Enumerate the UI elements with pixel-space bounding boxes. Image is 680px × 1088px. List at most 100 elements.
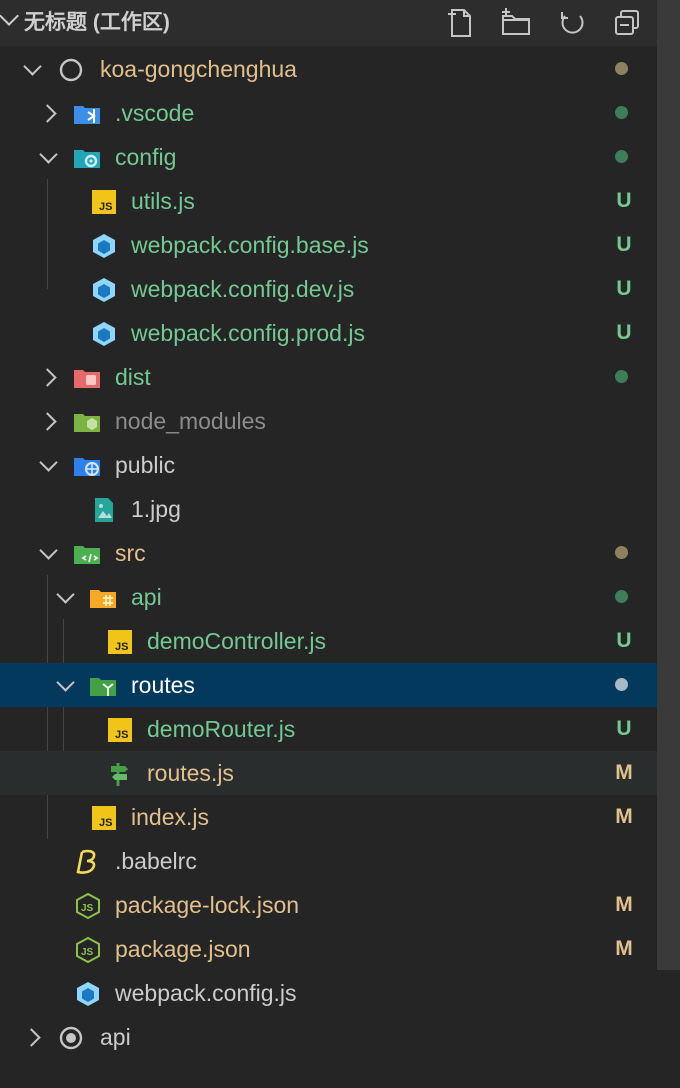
git-status-dot — [615, 370, 628, 383]
new-file-icon[interactable] — [445, 7, 477, 39]
js-file-icon: JS — [92, 806, 116, 830]
nodejs-icon: JS — [76, 936, 100, 964]
tree-item-src[interactable]: src — [0, 531, 657, 575]
svg-text:JS: JS — [115, 641, 128, 653]
tree-item-package-lock-json[interactable]: JS package-lock.json M — [0, 883, 657, 927]
svg-text:JS: JS — [99, 201, 112, 213]
collapse-all-icon[interactable] — [612, 7, 644, 39]
tree-item-label: api — [131, 584, 162, 610]
tree-item-label: package.json — [115, 936, 251, 962]
chevron-down-icon — [0, 6, 19, 26]
tree-item-babelrc[interactable]: .babelrc — [0, 839, 657, 883]
refresh-icon[interactable] — [556, 7, 588, 39]
tree-item-webpack-config-base-js[interactable]: webpack.config.base.js U — [0, 223, 657, 267]
tree-item-label: webpack.config.base.js — [131, 232, 369, 258]
git-status-dot — [615, 106, 628, 119]
tree-item-label: 1.jpg — [131, 496, 181, 522]
webpack-icon — [93, 278, 115, 302]
tree-item-label: utils.js — [131, 188, 195, 214]
git-status-badge: M — [615, 937, 633, 960]
tree-item-democontroller-js[interactable]: JS demoController.js U — [0, 619, 657, 663]
new-folder-icon[interactable] — [500, 7, 532, 39]
tree-item-label: routes — [131, 672, 195, 698]
tree-item-dist[interactable]: dist — [0, 355, 657, 399]
tree-item-webpack-config-prod-js[interactable]: webpack.config.prod.js U — [0, 311, 657, 355]
vscode-folder-icon — [74, 106, 100, 124]
svg-text:JS: JS — [81, 947, 94, 958]
tree-item-public[interactable]: public — [0, 443, 657, 487]
tree-item-koa-gongchenghua[interactable]: koa-gongchenghua — [0, 47, 657, 91]
chevron-right-icon — [38, 355, 62, 399]
tree-item-label: webpack.config.js — [115, 980, 297, 1006]
git-status-badge: U — [616, 717, 632, 740]
chevron-down-icon — [53, 663, 77, 707]
svg-text:JS: JS — [81, 903, 94, 914]
tree-item-node-modules[interactable]: node_modules — [0, 399, 657, 443]
git-status-badge: U — [616, 277, 632, 300]
tree-item-config[interactable]: config — [0, 135, 657, 179]
workspace-title: 无标题 (工作区) — [24, 11, 170, 34]
tree-item-label: .vscode — [115, 100, 195, 126]
js-file-icon: JS — [108, 718, 132, 742]
scrollbar-track — [657, 970, 680, 1088]
tree-item-label: public — [115, 452, 176, 478]
scrollbar[interactable] — [657, 0, 680, 970]
chevron-down-icon — [20, 47, 44, 91]
tree-item-routes-js[interactable]: routes.js M — [0, 751, 657, 795]
routes-folder-icon — [90, 678, 116, 696]
tree-item-utils-js[interactable]: JS utils.js U — [0, 179, 657, 223]
chevron-down-icon — [36, 443, 60, 487]
tree-item-1-jpg[interactable]: 1.jpg — [0, 487, 657, 531]
svg-text:JS: JS — [99, 817, 112, 829]
tree-item-label: demoRouter.js — [147, 716, 296, 742]
tree-item-label: .babelrc — [115, 848, 197, 874]
git-status-dot — [615, 678, 628, 691]
tree-item-routes[interactable]: routes — [0, 663, 657, 707]
tree-item-label: index.js — [131, 804, 209, 830]
root-folder-icon — [59, 1026, 83, 1050]
tree-item-api[interactable]: api — [0, 575, 657, 619]
tree-item-api-root[interactable]: api — [0, 1015, 657, 1059]
tree-item-label: dist — [115, 364, 151, 390]
explorer-header[interactable]: 无标题 (工作区) — [0, 0, 657, 46]
tree-item-package-json[interactable]: JS package.json M — [0, 927, 657, 971]
svg-text:JS: JS — [115, 729, 128, 741]
config-folder-icon — [74, 150, 100, 168]
babel-icon — [76, 849, 96, 874]
tree-item-demorouter-js[interactable]: JS demoRouter.js U — [0, 707, 657, 751]
file-tree: koa-gongchenghua .vscode config JS utils… — [0, 47, 657, 1059]
tree-item-vscode[interactable]: .vscode — [0, 91, 657, 135]
tree-item-webpack-config-js[interactable]: webpack.config.js — [0, 971, 657, 1015]
tree-item-label: node_modules — [115, 408, 266, 434]
git-status-badge: M — [615, 893, 633, 916]
chevron-down-icon — [36, 135, 60, 179]
git-status-badge: U — [616, 189, 632, 212]
root-folder-icon — [59, 58, 83, 82]
api-folder-icon — [90, 590, 116, 608]
tree-item-label: src — [115, 540, 146, 566]
tree-item-label: routes.js — [147, 760, 234, 786]
chevron-right-icon — [38, 399, 62, 443]
src-folder-icon — [74, 546, 100, 564]
tree-item-label: api — [100, 1024, 131, 1050]
tree-item-label: webpack.config.prod.js — [131, 320, 365, 346]
chevron-down-icon — [53, 575, 77, 619]
js-file-icon: JS — [108, 630, 132, 654]
webpack-icon — [77, 982, 99, 1006]
tree-item-index-js[interactable]: JS index.js M — [0, 795, 657, 839]
git-status-dot — [615, 546, 628, 559]
workspace-title-bar[interactable]: 无标题 (工作区) — [0, 0, 170, 46]
git-status-dot — [615, 590, 628, 603]
webpack-icon — [93, 322, 115, 346]
node-folder-icon — [74, 414, 100, 432]
git-status-badge: U — [616, 629, 632, 652]
tree-item-label: config — [115, 144, 177, 170]
tree-item-label: demoController.js — [147, 628, 326, 654]
tree-item-label: koa-gongchenghua — [100, 56, 297, 82]
js-file-icon: JS — [92, 190, 116, 214]
tree-item-webpack-config-dev-js[interactable]: webpack.config.dev.js U — [0, 267, 657, 311]
tree-item-label: webpack.config.dev.js — [131, 276, 355, 302]
chevron-right-icon — [22, 1015, 46, 1059]
git-status-dot — [615, 62, 628, 75]
git-status-badge: M — [615, 805, 633, 828]
